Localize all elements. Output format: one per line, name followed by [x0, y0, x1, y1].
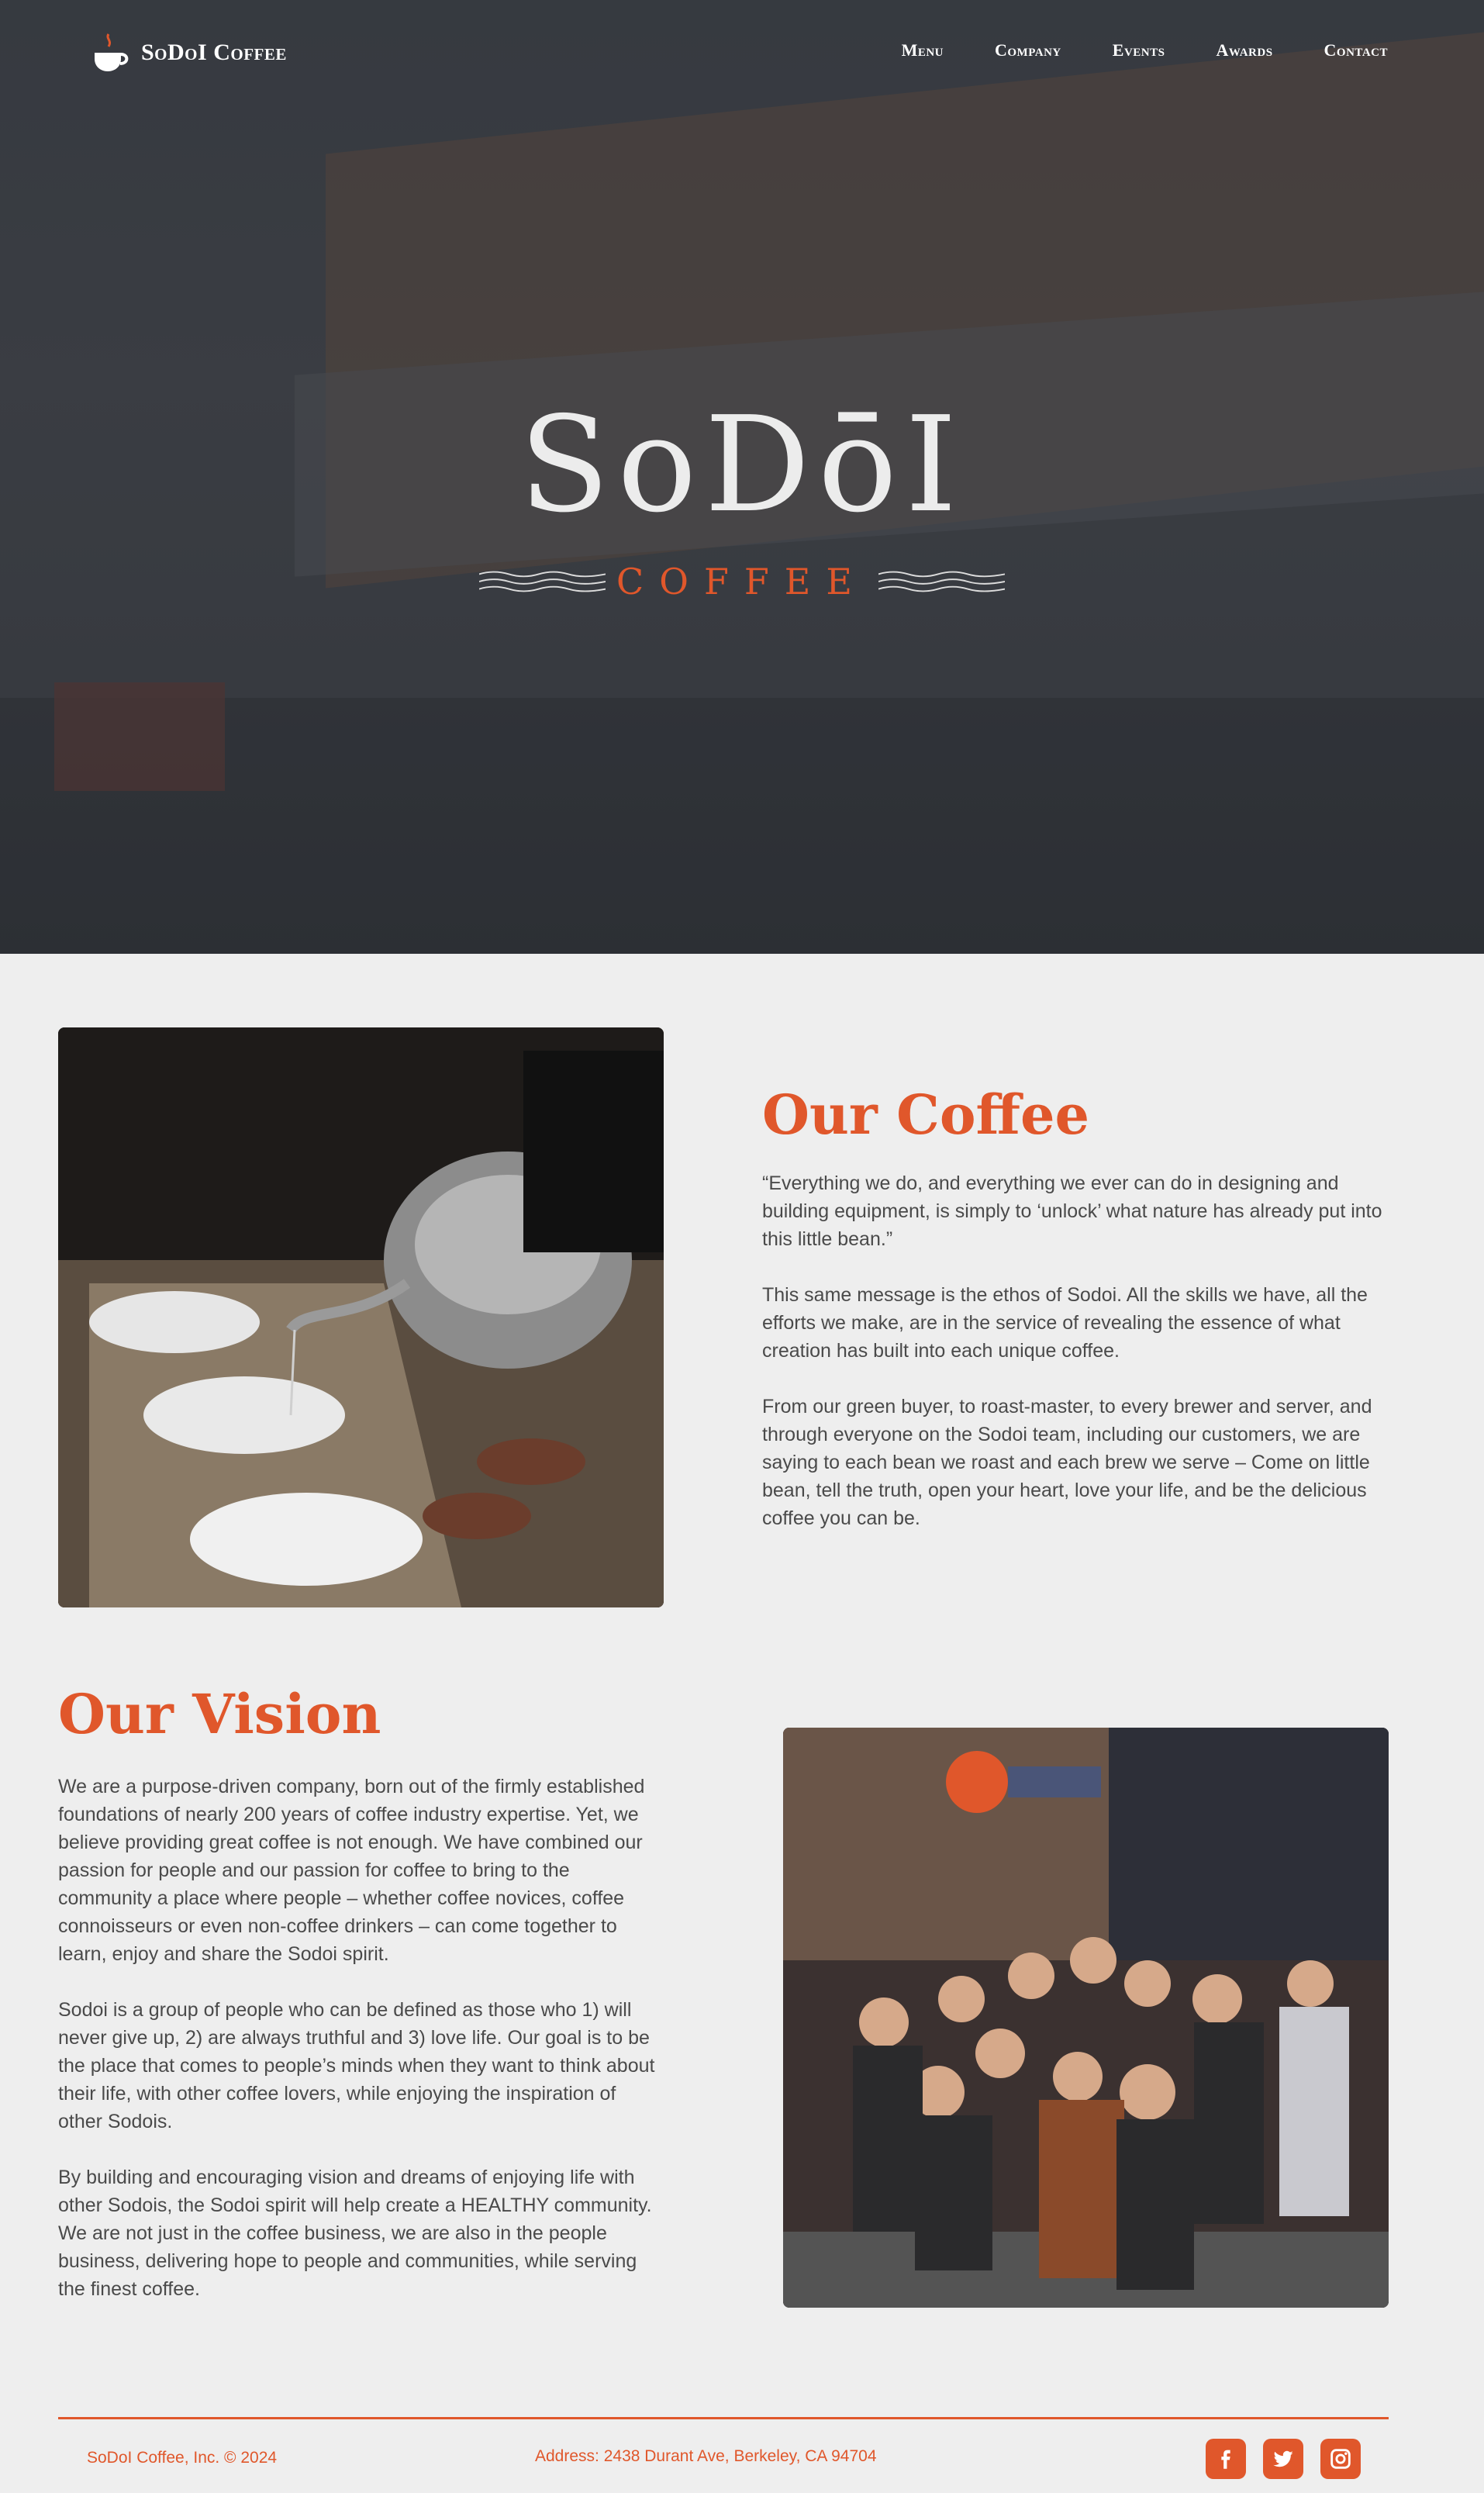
our-vision-heading: Our Vision	[58, 1682, 381, 1746]
wave-lines-left-icon	[479, 571, 606, 592]
facebook-link[interactable]	[1206, 2439, 1246, 2479]
hero-wordmark: SoDōI	[519, 388, 965, 542]
main-navigation: Menu Company Events Awards Contact	[902, 40, 1388, 60]
instagram-link[interactable]	[1320, 2439, 1361, 2479]
nav-item-awards[interactable]: Awards	[1216, 40, 1272, 60]
vision-paragraph: By building and encouraging vision and d…	[58, 2167, 652, 2300]
team-photo-illustration	[783, 1728, 1389, 2308]
nav-item-menu[interactable]: Menu	[902, 40, 944, 60]
social-links	[1206, 2439, 1361, 2479]
brand-name: SoDoI Coffee	[141, 40, 287, 65]
team-group-photo	[783, 1728, 1389, 2308]
instagram-icon	[1330, 2449, 1351, 2469]
nav-item-company[interactable]: Company	[995, 40, 1061, 60]
coffee-paragraph: From our green buyer, to roast-master, t…	[762, 1396, 1372, 1529]
hero-subtitle: COFFEE	[616, 561, 868, 603]
coffee-cup-icon	[95, 33, 129, 71]
kettle-illustration	[58, 1027, 664, 1607]
footer-address: Address: 2438 Durant Ave, Berkeley, CA 9…	[535, 2447, 877, 2465]
nav-item-events[interactable]: Events	[1113, 40, 1165, 60]
nav-item-contact[interactable]: Contact	[1324, 40, 1388, 60]
twitter-link[interactable]	[1263, 2439, 1303, 2479]
footer-copyright: SoDoI Coffee, Inc. © 2024	[87, 2449, 278, 2467]
wave-lines-right-icon	[878, 571, 1005, 592]
footer-divider	[58, 2417, 1389, 2419]
twitter-icon	[1273, 2450, 1293, 2467]
hero-subtitle-row: COFFEE	[479, 558, 1005, 605]
vision-paragraph: Sodoi is a group of people who can be de…	[58, 1999, 655, 2132]
our-coffee-text: “Everything we do, and everything we eve…	[762, 1169, 1390, 1560]
brand-logo-link[interactable]: SoDoI Coffee	[91, 31, 287, 74]
our-vision-text: We are a purpose-driven company, born ou…	[58, 1773, 663, 2331]
vision-paragraph: We are a purpose-driven company, born ou…	[58, 1776, 645, 1965]
hero-logo: SoDōI COFFEE	[479, 388, 1005, 613]
facebook-icon	[1221, 2450, 1230, 2469]
pour-over-coffee-photo	[58, 1027, 664, 1607]
our-coffee-heading: Our Coffee	[762, 1082, 1090, 1147]
coffee-paragraph: This same message is the ethos of Sodoi.…	[762, 1284, 1368, 1362]
hero-banner: SoDoI Coffee Menu Company Events Awards …	[0, 0, 1484, 954]
coffee-paragraph: “Everything we do, and everything we eve…	[762, 1172, 1382, 1250]
